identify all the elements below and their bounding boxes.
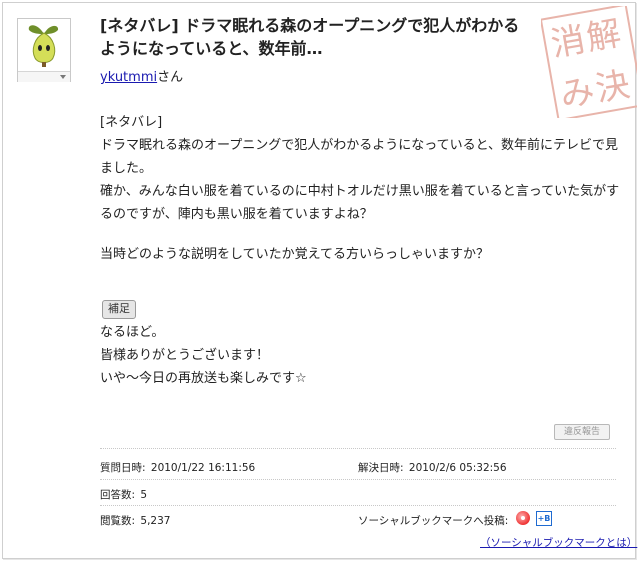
view-count: 閲覧数: 5,237 xyxy=(100,513,170,528)
hatena-bookmark-icon[interactable] xyxy=(516,511,530,525)
view-count-value: 5,237 xyxy=(140,515,171,527)
social-bookmark-icons: +B xyxy=(516,511,552,526)
chevron-down-icon xyxy=(60,75,66,79)
sprout-avatar-icon xyxy=(19,20,69,70)
question-author: ykutmmiさん xyxy=(100,66,183,85)
question-title: [ネタバレ] ドラマ眠れる森のオープニングで犯人がわかるようになっていると、数年… xyxy=(100,16,520,58)
resolved-stamp: 解 消 決 み xyxy=(541,6,637,118)
avatar-dropdown[interactable] xyxy=(18,71,70,82)
supplement-body: なるほど。 皆様ありがとうございます！ いや～今日の再放送も楽しみです☆ xyxy=(100,321,600,390)
svg-text:み: み xyxy=(557,71,597,116)
resolved-date-label: 解決日時: xyxy=(358,462,404,474)
resolved-date-value: 2010/2/6 05:32:56 xyxy=(408,462,507,474)
body-line: 確か、みんな白い服を着ているのに中村トオルだけ黒い服を着ていると言っていた気がす… xyxy=(100,184,620,222)
user-avatar[interactable] xyxy=(17,18,71,82)
author-link[interactable]: ykutmmi xyxy=(100,70,157,85)
question-body: [ネタバレ] ドラマ眠れる森のオープニングで犯人がわかるようになっていると、数年… xyxy=(100,111,620,266)
author-suffix: さん xyxy=(157,70,184,85)
body-line: 当時どのような説明をしていたか覚えてる方いらっしゃいますか？ xyxy=(100,247,489,262)
supplement-label: 補足 xyxy=(102,300,136,319)
supplement-line: いや～今日の再放送も楽しみです☆ xyxy=(100,371,307,386)
social-bookmark-help-link[interactable]: （ソーシャルブックマークとは） xyxy=(480,535,637,550)
social-bookmark-help-text[interactable]: （ソーシャルブックマークとは） xyxy=(480,537,637,549)
svg-text:解: 解 xyxy=(584,13,624,58)
report-button[interactable]: 違反報告 xyxy=(554,424,611,440)
svg-text:決: 決 xyxy=(593,65,633,110)
resolved-date: 解決日時: 2010/2/6 05:32:56 xyxy=(358,460,507,475)
asked-date: 質問日時: 2010/1/22 16:11:56 xyxy=(100,460,255,475)
answer-count-label: 回答数: xyxy=(100,489,136,501)
social-bookmark-label: ソーシャルブックマークへ投稿: xyxy=(358,515,509,527)
asked-date-label: 質問日時: xyxy=(100,462,146,474)
answer-count-value: 5 xyxy=(140,489,148,501)
question-panel: [ネタバレ] ドラマ眠れる森のオープニングで犯人がわかるようになっていると、数年… xyxy=(2,2,637,559)
supplement-line: なるほど。 xyxy=(100,325,165,340)
asked-date-value: 2010/1/22 16:11:56 xyxy=(150,462,256,474)
divider xyxy=(100,505,616,506)
body-line: ドラマ眠れる森のオープニングで犯人がわかるようになっていると、数年前にテレビで見… xyxy=(100,138,619,176)
supplement-line: 皆様ありがとうございます！ xyxy=(100,348,270,363)
divider xyxy=(100,479,616,480)
answer-count: 回答数: 5 xyxy=(100,487,147,502)
divider xyxy=(100,448,616,449)
hatena-b-icon[interactable]: +B xyxy=(536,511,552,526)
view-count-label: 閲覧数: xyxy=(100,515,136,527)
svg-text:消: 消 xyxy=(548,20,588,65)
body-line: [ネタバレ] xyxy=(100,115,163,130)
